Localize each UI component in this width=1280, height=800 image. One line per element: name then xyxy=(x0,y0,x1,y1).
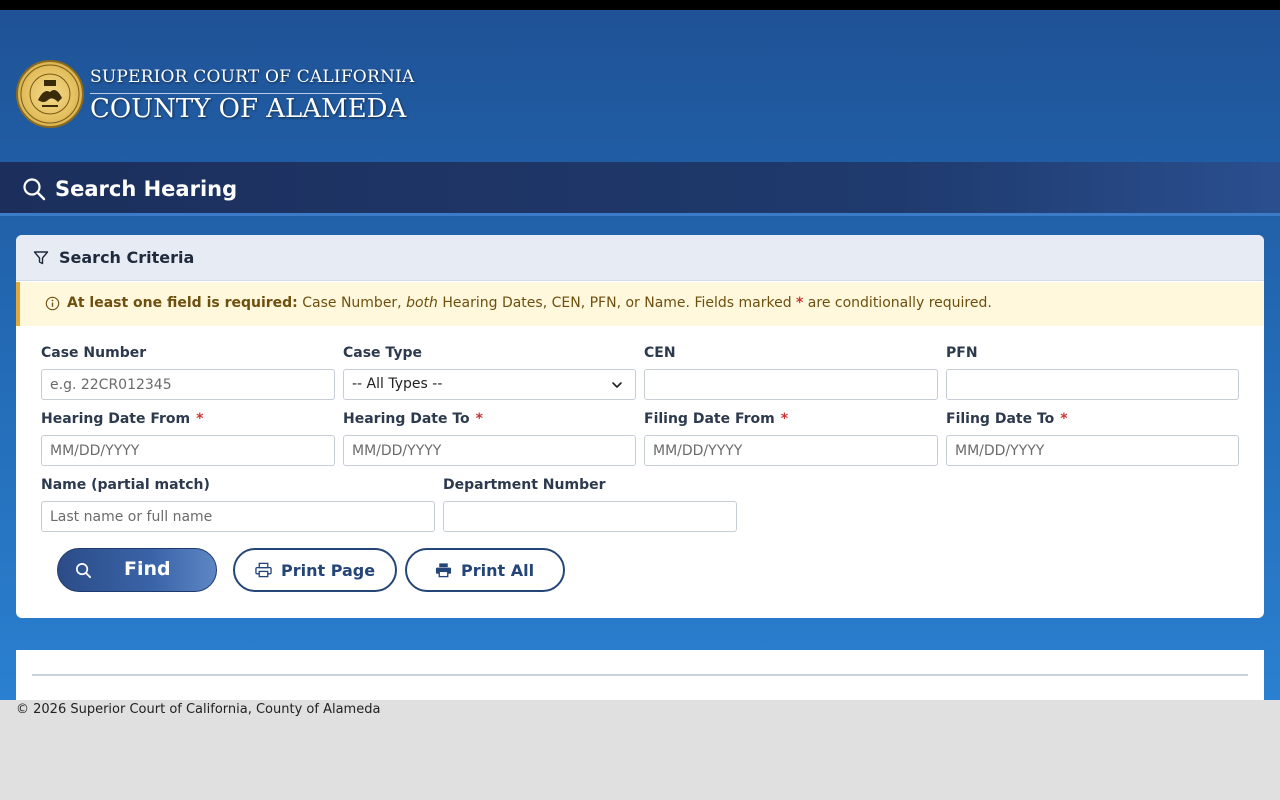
footer-copyright: © 2026 Superior Court of California, Cou… xyxy=(16,702,381,717)
hearing-date-to-required: * xyxy=(475,411,483,427)
case-number-input[interactable] xyxy=(41,369,335,400)
search-criteria-card: Search Criteria At least one field is re… xyxy=(16,235,1264,618)
notice-text: At least one field is required: Case Num… xyxy=(67,295,992,311)
search-icon xyxy=(76,563,92,579)
hearing-date-to-text: Hearing Date To xyxy=(343,411,470,427)
print-page-button[interactable]: Print Page xyxy=(233,548,397,592)
find-button[interactable]: Find xyxy=(57,548,217,592)
filing-date-to-text: Filing Date To xyxy=(946,411,1055,427)
seal-emblem-icon xyxy=(20,64,80,124)
name-label: Name (partial match) xyxy=(41,477,210,493)
case-type-select[interactable]: -- All Types -- xyxy=(343,369,636,400)
hearing-date-to-input[interactable] xyxy=(343,435,636,466)
court-name-line2: COUNTY OF ALAMEDA xyxy=(90,94,407,124)
required-fields-notice: At least one field is required: Case Num… xyxy=(16,282,1264,326)
filing-date-to-input[interactable] xyxy=(946,435,1239,466)
filing-date-from-text: Filing Date From xyxy=(644,411,775,427)
print-page-button-label: Print Page xyxy=(281,561,376,580)
cen-input[interactable] xyxy=(644,369,938,400)
print-all-button-label: Print All xyxy=(461,561,535,580)
site-header: SUPERIOR COURT OF CALIFORNIA COUNTY OF A… xyxy=(0,10,1280,162)
search-criteria-title: Search Criteria xyxy=(59,248,195,267)
notice-italic: both xyxy=(406,295,438,311)
case-type-selected: -- All Types -- xyxy=(352,376,443,392)
pfn-label: PFN xyxy=(946,345,978,361)
cen-label: CEN xyxy=(644,345,676,361)
hearing-date-from-text: Hearing Date From xyxy=(41,411,191,427)
pfn-input[interactable] xyxy=(946,369,1239,400)
notice-part2: Hearing Dates, CEN, PFN, or Name. Fields… xyxy=(437,295,797,311)
page-title: Search Hearing xyxy=(55,177,238,201)
filing-date-from-label: Filing Date From * xyxy=(644,411,788,427)
printer-outline-icon xyxy=(255,562,272,578)
case-number-label: Case Number xyxy=(41,345,147,361)
print-all-button[interactable]: Print All xyxy=(405,548,565,592)
chevron-down-icon xyxy=(612,382,622,388)
hearing-date-from-required: * xyxy=(196,411,204,427)
hearing-date-to-label: Hearing Date To * xyxy=(343,411,483,427)
notice-part3: are conditionally required. xyxy=(803,295,992,311)
info-icon xyxy=(45,296,60,311)
hearing-date-from-input[interactable] xyxy=(41,435,335,466)
filing-date-to-label: Filing Date To * xyxy=(946,411,1068,427)
department-number-label: Department Number xyxy=(443,477,606,493)
notice-part1: Case Number, xyxy=(297,295,407,311)
filter-icon xyxy=(33,251,49,265)
court-name-line1: SUPERIOR COURT OF CALIFORNIA xyxy=(90,67,415,87)
search-criteria-header: Search Criteria xyxy=(16,235,1264,281)
results-divider xyxy=(32,674,1248,676)
case-type-label: Case Type xyxy=(343,345,422,361)
court-seal-logo[interactable] xyxy=(16,60,84,128)
hearing-date-from-label: Hearing Date From * xyxy=(41,411,203,427)
top-black-bar xyxy=(0,0,1280,10)
results-panel xyxy=(16,650,1264,700)
filing-date-from-required: * xyxy=(780,411,789,427)
filing-date-to-required: * xyxy=(1060,411,1068,427)
printer-solid-icon xyxy=(435,563,452,578)
name-input[interactable] xyxy=(41,501,435,532)
filing-date-from-input[interactable] xyxy=(644,435,938,466)
notice-bold: At least one field is required: xyxy=(67,295,298,311)
find-button-label: Find xyxy=(124,558,171,580)
search-icon xyxy=(23,178,46,201)
department-number-input[interactable] xyxy=(443,501,737,532)
page-title-bar: Search Hearing xyxy=(0,162,1280,216)
